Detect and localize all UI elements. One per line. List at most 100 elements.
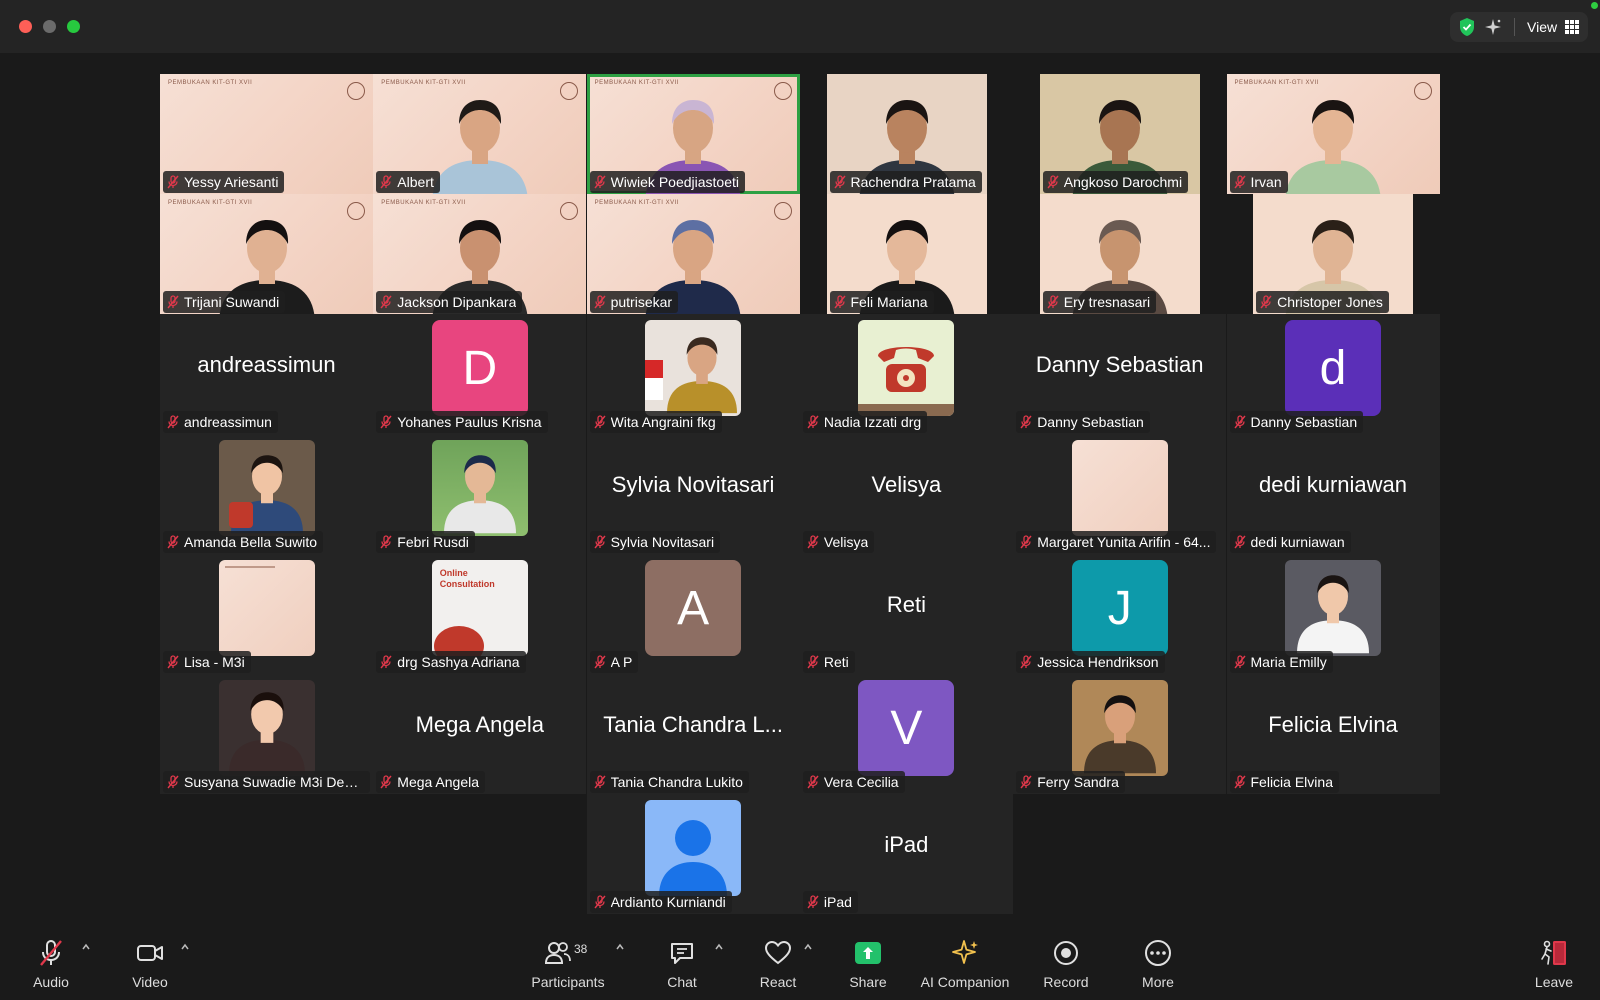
participant-name-label: andreassimun bbox=[163, 411, 278, 433]
participant-tile[interactable]: Susyana Suwadie M3i Dental bbox=[160, 674, 373, 794]
record-button[interactable]: Record bbox=[1042, 938, 1090, 994]
participant-name: Yohanes Paulus Krisna bbox=[397, 414, 542, 430]
participant-tile[interactable]: PEMBUKAAN KIT-GTI XVII Irvan bbox=[1226, 74, 1440, 194]
participant-tile[interactable]: Nadia Izzati drg bbox=[799, 314, 1013, 434]
grid-view-icon[interactable] bbox=[1565, 20, 1580, 34]
audio-options-chevron-icon[interactable] bbox=[81, 942, 91, 952]
participant-tile[interactable]: Reti Reti bbox=[799, 554, 1013, 674]
participant-name: Nadia Izzati drg bbox=[823, 414, 922, 430]
participant-name-label: Ery tresnasari bbox=[1042, 291, 1157, 313]
close-window-button[interactable] bbox=[19, 20, 32, 33]
participant-tile[interactable]: PEMBUKAAN KIT-GTI XVII Jackson Dipankara bbox=[373, 194, 587, 314]
event-logo bbox=[773, 82, 792, 100]
participant-tile[interactable]: Velisya Velisya bbox=[799, 434, 1013, 554]
participant-name-label: Jessica Hendrikson bbox=[1016, 651, 1165, 673]
participant-name-label: Amanda Bella Suwito bbox=[163, 531, 324, 553]
person-figure bbox=[1083, 695, 1156, 774]
participant-tile[interactable]: Felicia Elvina Felicia Elvina bbox=[1226, 674, 1440, 794]
muted-microphone-icon bbox=[594, 775, 606, 789]
video-options-chevron-icon[interactable] bbox=[180, 942, 190, 952]
meeting-toolbar: Audio Video 38 Participants Chat React S… bbox=[0, 928, 1600, 1000]
participant-tile[interactable]: andreassimun andreassimun bbox=[160, 314, 373, 434]
muted-microphone-icon bbox=[167, 535, 179, 549]
participant-name-label: Febri Rusdi bbox=[376, 531, 475, 553]
muted-microphone-icon bbox=[594, 295, 606, 309]
chat-button[interactable]: Chat bbox=[662, 938, 702, 994]
participant-tile[interactable]: PEMBUKAAN KIT-GTI XVII Wiwiek Poedjiastoe… bbox=[586, 74, 800, 194]
participant-photo: Online Consultation bbox=[431, 560, 528, 656]
participant-tile[interactable]: Maria Emilly bbox=[1226, 554, 1440, 674]
participant-display-name: andreassimun bbox=[197, 352, 336, 377]
participant-tile[interactable]: Mega Angela Mega Angela bbox=[373, 674, 587, 794]
participant-name-label: Danny Sebastian bbox=[1229, 411, 1364, 433]
record-icon bbox=[1054, 941, 1078, 965]
participant-tile[interactable]: iPad iPad bbox=[799, 794, 1013, 914]
slide-title: PEMBUKAAN KIT-GTI XVII bbox=[168, 200, 253, 206]
react-options-chevron-icon[interactable] bbox=[803, 942, 813, 952]
participant-tile[interactable]: d Danny Sebastian bbox=[1226, 314, 1440, 434]
ai-sparkle-icon[interactable] bbox=[1484, 18, 1502, 36]
slide-title: PEMBUKAAN KIT-GTI XVII bbox=[594, 200, 679, 206]
participant-name-label: Feli Mariana bbox=[829, 291, 934, 313]
video-button[interactable]: Video bbox=[124, 938, 176, 994]
participant-name-label: Wiwiek Poedjiastoeti bbox=[589, 171, 745, 193]
participant-tile[interactable]: Ardianto Kurniandi bbox=[586, 794, 800, 914]
minimize-window-button[interactable] bbox=[43, 20, 56, 33]
participant-tile[interactable]: PEMBUKAAN KIT-GTI XVII Albert bbox=[373, 74, 587, 194]
participant-tile[interactable]: Angkoso Darochmi bbox=[1039, 74, 1200, 194]
participant-tile[interactable]: PEMBUKAAN KIT-GTI XVII Trijani Suwandi bbox=[160, 194, 373, 314]
participant-tile[interactable]: Lisa - M3i bbox=[160, 554, 373, 674]
participant-tile[interactable]: Danny Sebastian Danny Sebastian bbox=[1013, 314, 1227, 434]
participant-tile[interactable]: dedi kurniawan dedi kurniawan bbox=[1226, 434, 1440, 554]
participant-tile[interactable]: Rachendra Pratama bbox=[826, 74, 987, 194]
participant-name: Velisya bbox=[823, 534, 869, 550]
participant-tile[interactable]: Margaret Yunita Arifin - 64... bbox=[1013, 434, 1227, 554]
participant-tile[interactable]: PEMBUKAAN KIT-GTI XVII putrisekar bbox=[586, 194, 800, 314]
participant-tile[interactable]: Wita Angraini fkg bbox=[586, 314, 800, 434]
participant-tile[interactable]: Ferry Sandra bbox=[1013, 674, 1227, 794]
online-photo-text-2: Consultation bbox=[439, 579, 495, 589]
participant-tile[interactable]: J Jessica Hendrikson bbox=[1013, 554, 1227, 674]
share-button[interactable]: Share bbox=[846, 938, 890, 994]
participant-name-label: Danny Sebastian bbox=[1016, 411, 1150, 433]
participants-options-chevron-icon[interactable] bbox=[615, 942, 625, 952]
participant-photo bbox=[645, 320, 742, 416]
participant-tile[interactable]: AA P bbox=[586, 554, 800, 674]
participant-name-label: Nadia Izzati drg bbox=[802, 411, 928, 433]
more-label: More bbox=[1142, 974, 1174, 990]
muted-microphone-icon bbox=[380, 295, 392, 309]
participant-tile[interactable]: Ery tresnasari bbox=[1039, 194, 1200, 314]
participant-photo bbox=[218, 440, 315, 536]
participants-button[interactable]: 38 Participants bbox=[528, 938, 608, 994]
participant-tile[interactable]: PEMBUKAAN KIT-GTI XVII Yessy Ariesanti bbox=[160, 74, 373, 194]
react-button[interactable]: React bbox=[755, 938, 801, 994]
view-button[interactable]: View bbox=[1527, 19, 1557, 35]
participant-tile[interactable]: Christoper Jones bbox=[1253, 194, 1414, 314]
participant-name: drg Sashya Adriana bbox=[397, 654, 520, 670]
participant-tile[interactable]: Tania Chandra L... Tania Chandra Lukito bbox=[586, 674, 800, 794]
participant-photo bbox=[218, 680, 315, 776]
participant-name-label: iPad bbox=[802, 891, 858, 913]
more-button[interactable]: More bbox=[1138, 938, 1178, 994]
participant-name-label: Angkoso Darochmi bbox=[1042, 171, 1189, 193]
participant-tile[interactable]: Amanda Bella Suwito bbox=[160, 434, 373, 554]
participant-tile[interactable]: Feli Mariana bbox=[826, 194, 987, 314]
security-shield-icon[interactable] bbox=[1458, 17, 1476, 37]
online-photo-text-1: Online bbox=[439, 568, 468, 578]
event-logo bbox=[560, 82, 579, 100]
participant-name: Danny Sebastian bbox=[1037, 414, 1144, 430]
audio-button[interactable]: Audio bbox=[26, 938, 76, 994]
participant-name: Angkoso Darochmi bbox=[1063, 174, 1183, 190]
participant-tile[interactable]: V Vera Cecilia bbox=[799, 674, 1013, 794]
chat-options-chevron-icon[interactable] bbox=[714, 942, 724, 952]
participant-tile[interactable]: Online Consultation drg Sashya Adriana bbox=[373, 554, 587, 674]
zoom-window-button[interactable] bbox=[67, 20, 80, 33]
leave-door-icon bbox=[1541, 940, 1566, 965]
participant-tile[interactable]: Sylvia Novitasari Sylvia Novitasari bbox=[586, 434, 800, 554]
leave-button[interactable]: Leave bbox=[1532, 938, 1576, 994]
participant-name: andreassimun bbox=[184, 414, 272, 430]
participant-tile[interactable]: Febri Rusdi bbox=[373, 434, 587, 554]
participant-name: Ery tresnasari bbox=[1063, 294, 1151, 310]
ai-companion-button[interactable]: AI Companion bbox=[920, 938, 1010, 994]
participant-tile[interactable]: D Yohanes Paulus Krisna bbox=[373, 314, 587, 434]
